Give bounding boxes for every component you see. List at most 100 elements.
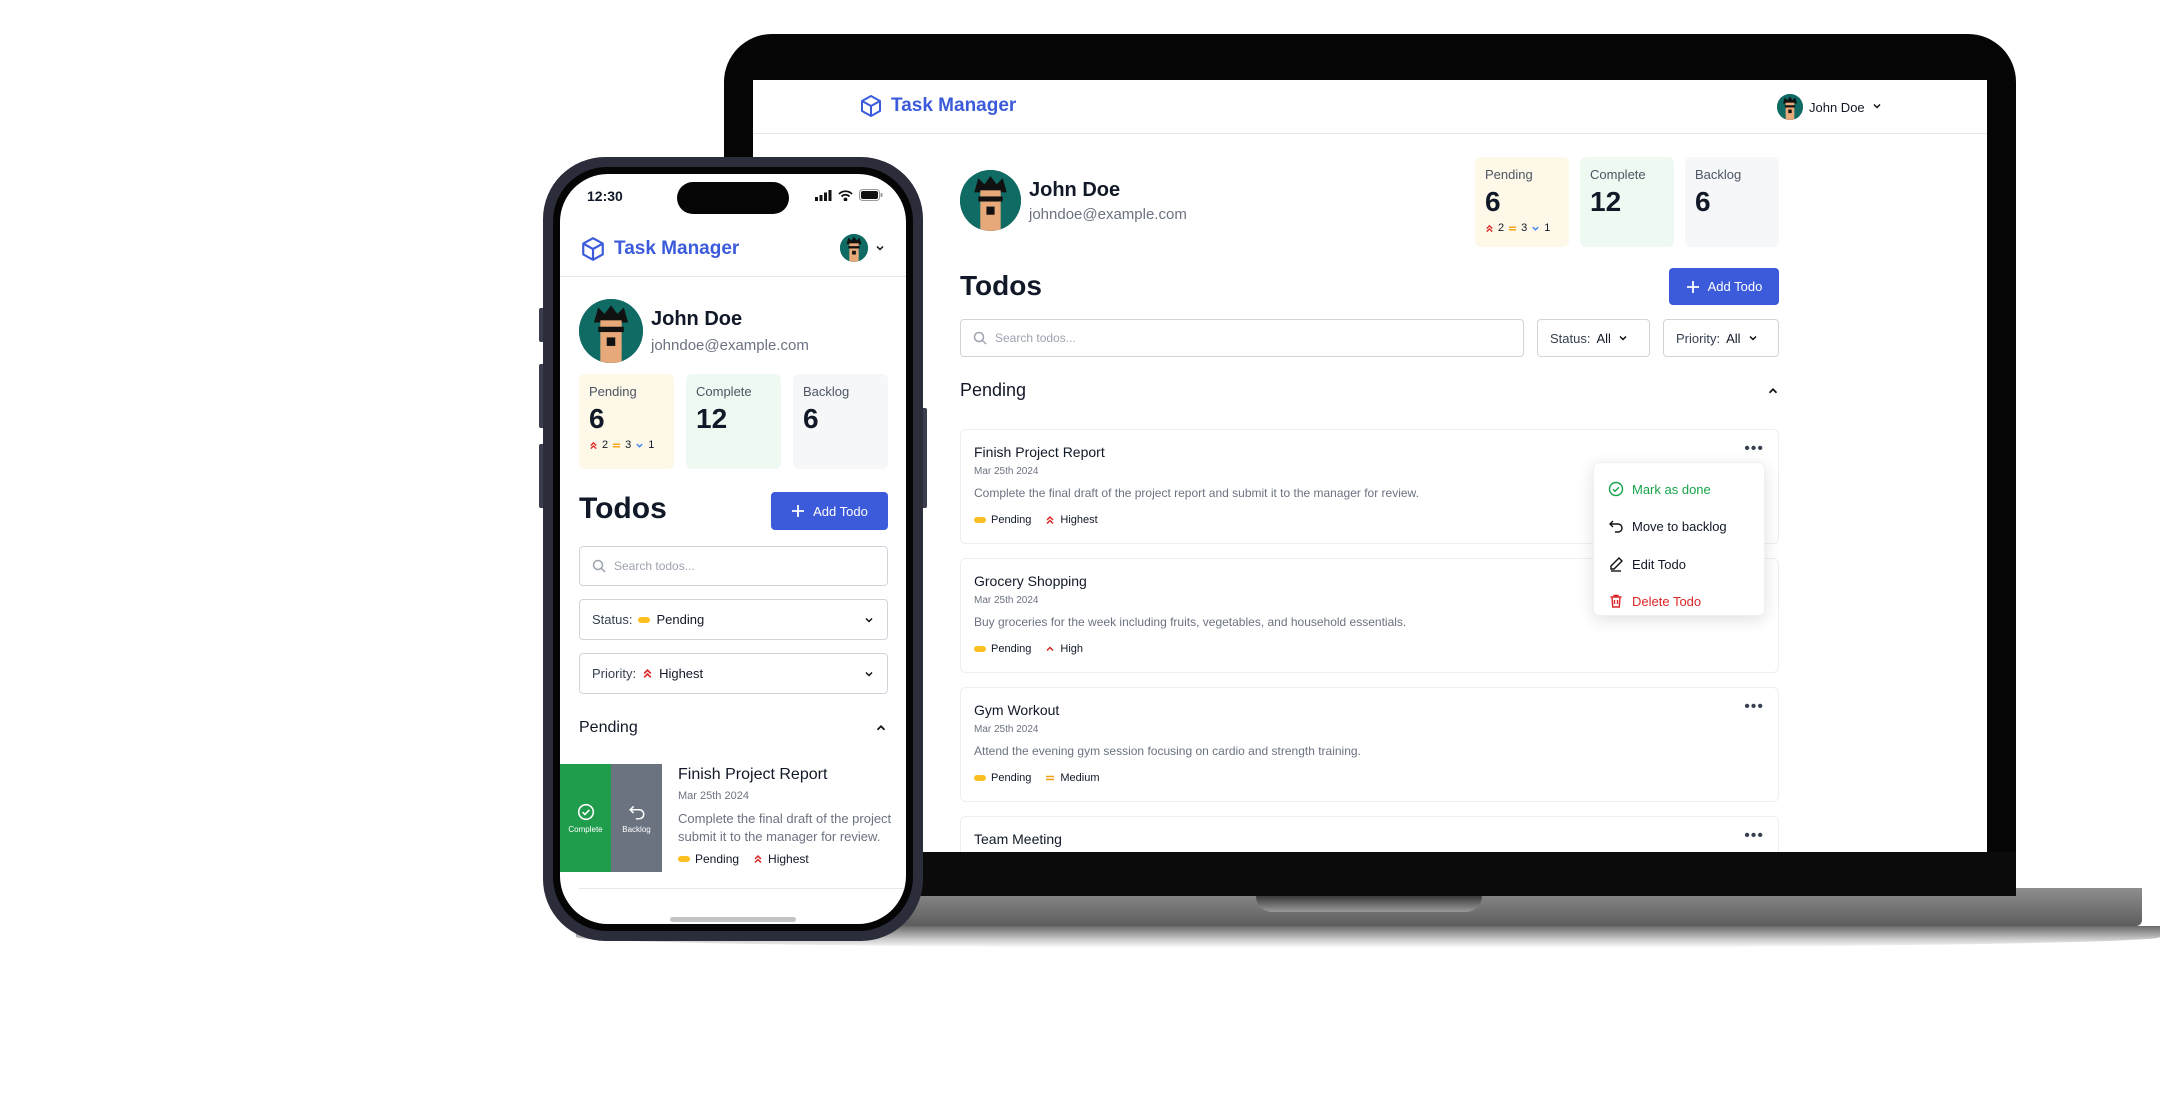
todo-description: Attend the evening gym session focusing … [974,744,1361,758]
user-menu[interactable]: John Doe [1777,94,1883,120]
backlog-stat-card: Backlog 6 [793,374,888,469]
cube-icon [582,237,604,261]
undo-icon [628,805,645,820]
status-filter-label: Status: [592,612,633,627]
stat-value: 12 [1590,186,1622,217]
profile-email: johndoe@example.com [1029,205,1187,223]
status-filter-value: All [1596,330,1611,346]
user-menu[interactable] [840,234,886,262]
more-icon[interactable]: ••• [1744,698,1764,716]
stat-value: 12 [696,403,728,434]
todo-title: Gym Workout [974,702,1060,718]
priority-filter[interactable]: Priority: Highest [579,653,888,694]
todo-description: Buy groceries for the week including fru… [974,615,1407,629]
battery-icon [859,189,883,201]
edit-todo-menu-item[interactable]: Edit Todo [1608,556,1686,572]
mark-done-menu-item[interactable]: Mark as done [1608,481,1711,497]
priority-filter-value: Highest [659,666,704,681]
todo-date: Mar 25th 2024 [678,790,749,802]
todo-description-line: submit it to the manager for review. [678,829,881,844]
chevron-down-icon [865,671,873,677]
delete-todo-menu-item[interactable]: Delete Todo [1608,593,1701,609]
priority-filter-value: All [1726,330,1741,346]
brand-logo[interactable]: Task Manager [859,94,1016,118]
profile-summary: John Doe johndoe@example.com [960,170,1187,231]
medium-count: 3 [1521,222,1528,234]
chevron-down-icon [876,245,884,251]
mobile-app: 12:30 Task Manager John Doe johndoe@exam… [560,174,906,924]
stat-value: 6 [1485,186,1501,217]
menu-label: Delete Todo [1632,593,1702,609]
stat-label: Pending [589,384,637,399]
pending-section-header[interactable]: Pending [960,380,1780,401]
status-filter-label: Status: [1550,330,1591,346]
todo-tags: Pending Highest [678,852,906,866]
more-icon[interactable]: ••• [1744,440,1764,458]
priority-filter-label: Priority: [592,666,637,681]
todo-title: Grocery Shopping [974,573,1087,589]
todo-description-line: Complete the final draft of the project [678,811,892,826]
search-placeholder: Search todos... [614,559,695,573]
stat-label: Backlog [1695,167,1742,182]
todo-card[interactable]: Team Meeting ••• [960,816,1779,852]
chevron-up-small-icon [1046,646,1054,652]
todo-tags: Pending High [974,643,1083,655]
cube-icon [861,95,881,117]
add-todo-label: Add Todo [1707,279,1763,294]
status-filter-content: Status: Pending [592,612,704,627]
swipe-label: Backlog [622,824,651,834]
status-filter[interactable]: Status: Pending [579,599,888,640]
chevron-up-icon[interactable] [1766,384,1780,398]
stat-value: 6 [803,403,819,434]
todo-card[interactable]: Gym Workout Mar 25th 2024 Attend the eve… [960,687,1779,802]
signal-icon [815,189,832,201]
pending-section-header[interactable]: Pending [579,719,888,737]
add-todo-button[interactable]: Add Todo [1669,268,1779,305]
trash-icon [1610,594,1622,608]
app-title: Task Manager [614,238,740,259]
highest-count: 2 [1498,222,1505,234]
status-badge: Pending [974,514,1031,526]
check-circle-icon [577,803,594,820]
add-todo-label: Add Todo [813,503,868,519]
search-input[interactable]: Search todos... [960,319,1524,357]
chevron-up-icon[interactable] [874,721,888,735]
todos-heading: Todos [960,270,1042,301]
priority-filter[interactable]: Priority: All [1663,319,1779,357]
pending-stat-card: Pending 6 2 3 1 [579,374,674,469]
check-circle-icon [1608,481,1624,497]
highest-count: 2 [602,439,609,451]
stat-label: Backlog [803,384,850,399]
brand-logo[interactable]: Task Manager [580,236,739,262]
pencil-icon [1610,557,1623,572]
low-count: 1 [648,439,655,451]
avatar [840,234,868,262]
status-pill-icon [974,517,986,523]
wifi-icon [838,189,853,201]
priority-text: Highest [768,852,809,866]
stat-value: 6 [1695,186,1711,217]
priority-text: High [1060,643,1083,655]
move-backlog-menu-item[interactable]: Move to backlog [1608,518,1727,534]
search-input[interactable]: Search todos... [579,546,888,586]
priority-badge: Medium [1045,772,1100,784]
avatar [960,170,1021,231]
priority-breakdown: 2 3 1 [1485,222,1559,234]
swipe-complete-action[interactable]: Complete [560,764,611,872]
swipe-backlog-action[interactable]: Backlog [611,764,662,872]
todo-card[interactable]: Finish Project Report Mar 25th 2024 Comp… [678,766,906,866]
more-icon[interactable]: ••• [1744,827,1764,845]
menu-label: Mark as done [1632,481,1711,497]
todos-heading: Todos [579,492,667,525]
chevron-down-icon [1532,226,1539,231]
stat-label: Complete [1590,167,1646,182]
search-icon [592,559,606,573]
chevron-down-icon [1748,335,1757,341]
status-bar-icons [815,189,883,201]
todo-title: Team Meeting [974,831,1062,847]
add-todo-button[interactable]: Add Todo [771,492,888,530]
menu-label: Edit Todo [1632,556,1686,572]
status-filter[interactable]: Status: All [1537,319,1650,357]
section-title: Pending [579,719,638,736]
chevron-down-icon [865,617,873,623]
